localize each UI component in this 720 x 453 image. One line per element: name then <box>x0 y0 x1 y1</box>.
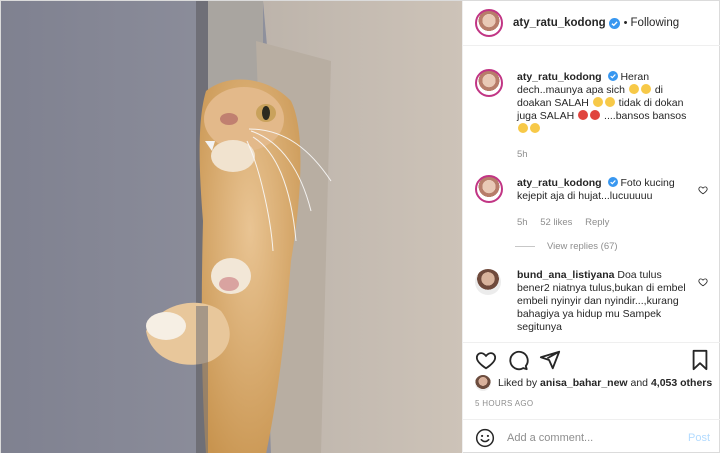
comment-text: bund_ana_listiyana Doa tulus bener2 niat… <box>517 269 686 333</box>
post-actions: Liked by anisa_bahar_new and 4,053 other… <box>463 342 720 453</box>
header-separator: • <box>623 17 628 29</box>
verified-badge-icon <box>608 17 620 29</box>
reply-button[interactable]: Reply <box>585 217 609 228</box>
astonished-emoji-icon <box>530 123 540 133</box>
caption: aty_ratu_kodong Heran dech..maunya apa s… <box>475 69 710 169</box>
view-replies-button[interactable]: View replies (67) <box>515 241 618 252</box>
comment-likes[interactable]: 52 likes <box>540 217 572 228</box>
others-likes[interactable]: 4,053 others <box>651 377 712 389</box>
emoji-icon[interactable] <box>475 428 495 448</box>
author-username[interactable]: aty_ratu_kodong <box>513 17 606 29</box>
liked-by: Liked by anisa_bahar_new and 4,053 other… <box>475 375 712 391</box>
astonished-emoji-icon <box>518 123 528 133</box>
author-avatar[interactable] <box>475 9 503 37</box>
comment-username[interactable]: aty_ratu_kodong <box>517 71 602 83</box>
action-icons <box>475 349 711 371</box>
add-comment-row: Add a comment... Post <box>463 419 720 453</box>
grinning-sweat-emoji-icon <box>628 84 639 94</box>
commenter-avatar[interactable] <box>475 269 501 295</box>
verified-badge-icon <box>607 71 618 81</box>
liker-username[interactable]: anisa_bahar_new <box>540 377 628 389</box>
comment-like-heart-icon[interactable] <box>698 277 708 287</box>
comments-list[interactable]: aty_ratu_kodong Heran dech..maunya apa s… <box>463 47 720 342</box>
comment-like-heart-icon[interactable] <box>698 185 708 195</box>
crying-face-emoji-icon <box>592 97 603 107</box>
author-avatar[interactable] <box>475 69 503 97</box>
post-image[interactable] <box>1 1 462 453</box>
grinning-sweat-emoji-icon <box>640 84 651 94</box>
commenter-avatar[interactable] <box>475 175 503 203</box>
comment-text: aty_ratu_kodong Foto kucing kejepit aja … <box>517 177 675 202</box>
comment-meta: 5h 52 likes Reply <box>517 217 619 228</box>
liker-avatar[interactable] <box>475 375 491 391</box>
comment-username[interactable]: aty_ratu_kodong <box>517 177 602 189</box>
post-timestamp[interactable]: 5 HOURS AGO <box>475 399 533 408</box>
comment-time[interactable]: 5h <box>517 149 528 160</box>
comment-time[interactable]: 5h <box>517 217 528 228</box>
add-comment-input[interactable]: Add a comment... <box>507 432 688 444</box>
comment-icon[interactable] <box>507 349 529 371</box>
post-header: aty_ratu_kodong • Following <box>463 1 720 46</box>
crying-face-emoji-icon <box>604 97 615 107</box>
devil-emoji-icon <box>578 110 589 120</box>
cat-photo <box>1 1 462 453</box>
post-comment-button[interactable]: Post <box>688 432 710 444</box>
post-side-panel: aty_ratu_kodong • Following aty_ratu_kod… <box>462 1 720 453</box>
caption-text: aty_ratu_kodong Heran dech..maunya apa s… <box>517 71 692 136</box>
comment-username[interactable]: bund_ana_listiyana <box>517 269 614 281</box>
devil-emoji-icon <box>590 110 601 120</box>
share-icon[interactable] <box>539 349 561 371</box>
verified-badge-icon <box>607 177 618 187</box>
instagram-post: aty_ratu_kodong • Following aty_ratu_kod… <box>0 0 720 453</box>
comment-item: aty_ratu_kodong Foto kucing kejepit aja … <box>475 175 710 257</box>
heart-icon[interactable] <box>475 349 497 371</box>
bookmark-icon[interactable] <box>689 349 711 371</box>
following-button[interactable]: Following <box>631 17 680 29</box>
replies-divider <box>515 245 535 247</box>
comment-item: bund_ana_listiyana Doa tulus bener2 niat… <box>475 269 710 342</box>
caption-meta: 5h <box>517 149 538 160</box>
